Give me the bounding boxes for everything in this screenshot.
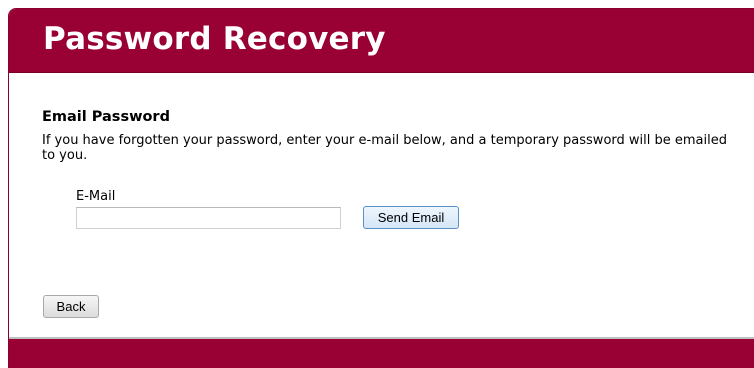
section-title: Email Password (42, 109, 170, 125)
email-input[interactable] (76, 207, 341, 229)
instructions-text: If you have forgotten your password, ent… (42, 133, 727, 163)
page-title: Password Recovery (43, 21, 386, 57)
back-button[interactable]: Back (43, 295, 99, 318)
footer-bar (9, 337, 754, 368)
email-label: E-Mail (76, 189, 116, 204)
page-header: Password Recovery (9, 9, 754, 73)
send-email-button[interactable]: Send Email (363, 206, 459, 229)
recovery-panel: Password Recovery Email Password If you … (8, 8, 754, 368)
